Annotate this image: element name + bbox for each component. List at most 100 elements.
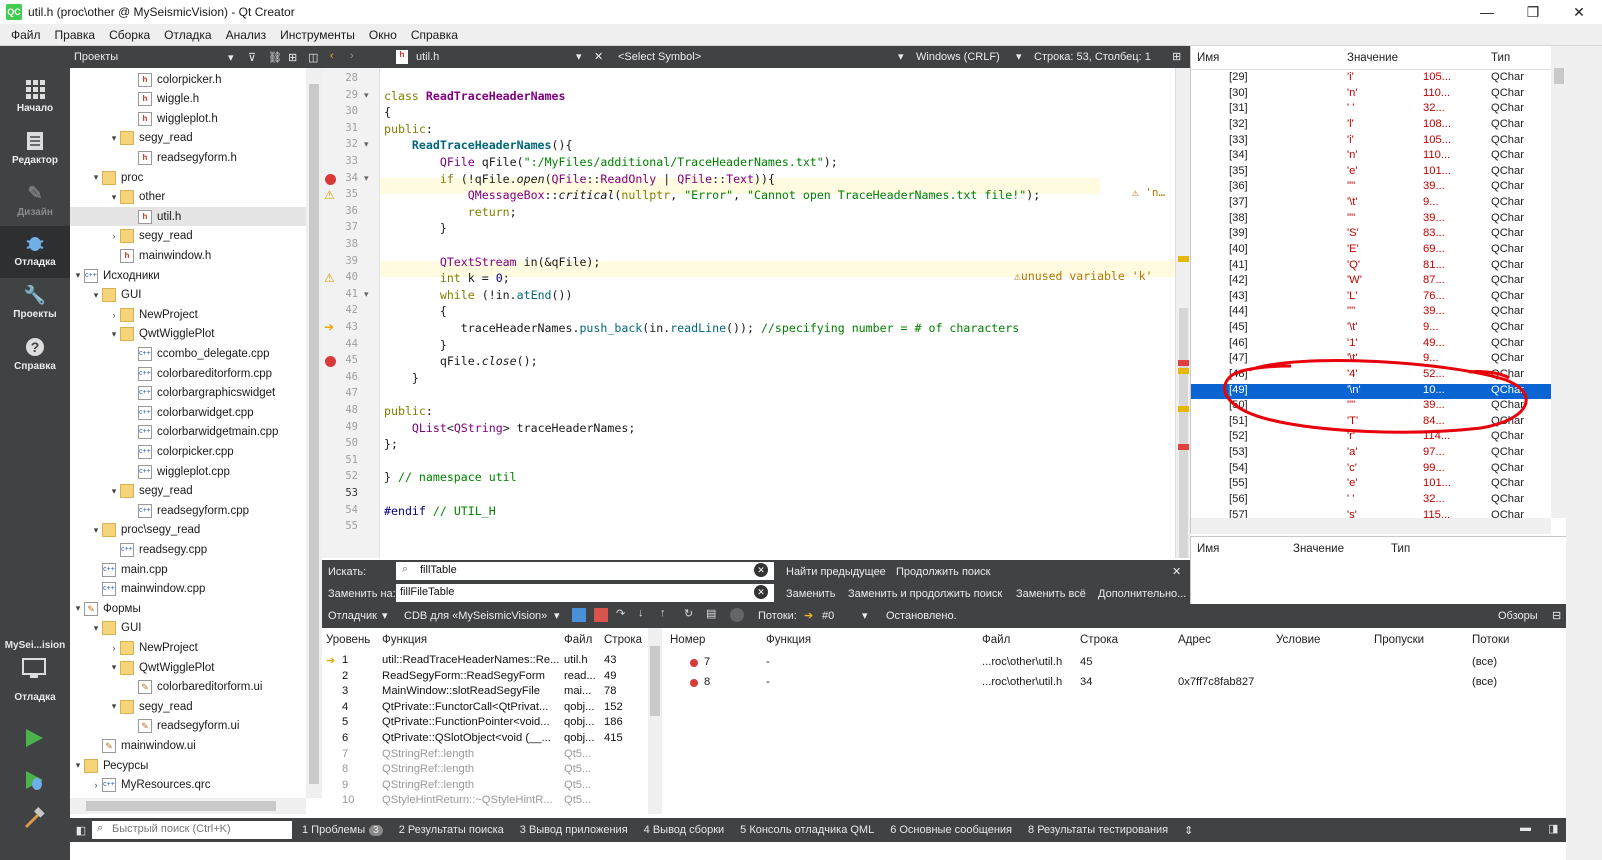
- expanded-arrow-icon[interactable]: ▾: [90, 290, 102, 301]
- bp-col-condition[interactable]: Условие: [1276, 634, 1320, 646]
- tree-item[interactable]: ▾ segy_read: [70, 482, 306, 501]
- current-line-arrow-icon[interactable]: ➔: [324, 320, 334, 334]
- stack-level[interactable]: 5: [342, 716, 348, 732]
- tree-item[interactable]: c++ colorbargraphicswidget: [70, 384, 306, 403]
- line-number[interactable]: 38: [322, 238, 358, 250]
- search-input[interactable]: ⌕ fillTable ✕: [396, 562, 774, 580]
- continue-icon[interactable]: [572, 608, 586, 622]
- watch-row[interactable]: [42] 'W' 87... QChar: [1191, 274, 1551, 290]
- line-number[interactable]: 33: [322, 155, 358, 167]
- watch-row[interactable]: [40] 'E' 69... QChar: [1191, 243, 1551, 259]
- expr-col-value[interactable]: Значение: [1293, 543, 1344, 555]
- tree-item[interactable]: c++ colorbareditorform.cpp: [70, 364, 306, 383]
- stack-file[interactable]: Qt5...: [564, 748, 591, 764]
- line-number[interactable]: 52: [322, 470, 358, 482]
- line-number[interactable]: 42: [322, 304, 358, 316]
- watch-rows[interactable]: [29]'i' 105... QChar [30]'n' 110... QChar [31]…: [1191, 70, 1551, 518]
- watch-row[interactable]: [35] 'e' 101... QChar: [1191, 165, 1551, 181]
- code-line[interactable]: while (!in.atEnd()): [384, 288, 573, 302]
- code-line[interactable]: return;: [384, 205, 517, 219]
- stack-level[interactable]: 8: [342, 763, 348, 779]
- bp-number[interactable]: 7: [704, 656, 710, 672]
- watch-scrollbar[interactable]: [1551, 46, 1567, 518]
- replace-all-button[interactable]: Заменить всё: [1016, 588, 1086, 600]
- step-over-icon[interactable]: ↷: [616, 607, 625, 620]
- collapsed-arrow-icon[interactable]: ›: [108, 231, 120, 241]
- bp-file[interactable]: ...roc\other\util.h: [982, 676, 1062, 692]
- stack-function[interactable]: MainWindow::slotReadSegyFile: [382, 685, 540, 701]
- tree-item[interactable]: ✎ colorbareditorform.ui: [70, 678, 306, 697]
- stack-file[interactable]: util.h: [564, 654, 588, 670]
- stack-panel[interactable]: Уровень Функция Файл Строка 1 util::ReadT…: [322, 628, 662, 814]
- stack-level[interactable]: 6: [342, 732, 348, 748]
- step-into-icon[interactable]: ↓: [638, 607, 644, 619]
- stack-file[interactable]: mai...: [564, 685, 591, 701]
- file-dropdown-icon[interactable]: ▾: [576, 50, 582, 63]
- warning-annotation[interactable]: ⚠ 'n…: [1132, 186, 1165, 199]
- editor-gutter[interactable]: 28 29 30 31 32 33 34 35 36 37 38 39 40 41 42 43 44 45 46 47…: [322, 68, 380, 558]
- engine-dropdown-icon[interactable]: ▾: [554, 609, 560, 622]
- tree-item[interactable]: ▾ other: [70, 188, 306, 207]
- maximize-button[interactable]: ❐: [1510, 0, 1556, 24]
- tab-general-messages[interactable]: 6 Основные сообщения: [890, 824, 1012, 836]
- code-line[interactable]: } // namespace util: [384, 470, 517, 484]
- mode-help[interactable]: ? Справка: [0, 330, 70, 382]
- code-line[interactable]: QTextStream in(&qFile);: [384, 255, 601, 269]
- tab-compile-output[interactable]: 4 Вывод сборки: [644, 824, 724, 836]
- line-number[interactable]: 47: [322, 387, 358, 399]
- expr-col-type[interactable]: Тип: [1391, 543, 1410, 555]
- code-line[interactable]: qFile.close();: [384, 354, 538, 368]
- dropdown-arrow-icon[interactable]: ▾: [228, 51, 248, 64]
- stack-col-level[interactable]: Уровень: [326, 634, 370, 646]
- tree-item[interactable]: c++ wiggleplot.cpp: [70, 462, 306, 481]
- stack-file[interactable]: Qt5...: [564, 763, 591, 779]
- mode-debug[interactable]: Отладка: [0, 226, 70, 278]
- stack-level[interactable]: 10: [342, 794, 354, 810]
- line-number[interactable]: 32: [322, 138, 358, 150]
- tree-hscrollbar[interactable]: [70, 798, 306, 814]
- col-value[interactable]: Значение: [1347, 52, 1398, 64]
- thread-dropdown-icon[interactable]: ▾: [862, 609, 868, 622]
- tree-item[interactable]: c++ readsegyform.cpp: [70, 501, 306, 520]
- more-tabs-icon[interactable]: ⇕: [1184, 824, 1193, 837]
- stack-function[interactable]: QtPrivate::FunctorCall<QtPrivat...: [382, 701, 548, 717]
- close-button[interactable]: ✕: [1556, 0, 1602, 24]
- tree-item[interactable]: › NewProject: [70, 638, 306, 657]
- watch-row[interactable]: [57] 's' 115... QChar: [1191, 509, 1551, 518]
- breakpoints-panel[interactable]: Номер Функция Файл Строка Адрес Условие …: [664, 628, 1566, 814]
- bp-line[interactable]: 45: [1080, 656, 1092, 672]
- tree-item[interactable]: c++ ccombo_delegate.cpp: [70, 344, 306, 363]
- stack-line[interactable]: 49: [604, 670, 616, 686]
- stack-rows[interactable]: 1 util::ReadTraceHeaderNames::Re... util.h…: [322, 652, 648, 812]
- bp-col-number[interactable]: Номер: [670, 634, 705, 646]
- bp-line[interactable]: 34: [1080, 676, 1092, 692]
- stack-level[interactable]: 9: [342, 779, 348, 795]
- views-panel-icon[interactable]: ⊟: [1552, 609, 1561, 622]
- expanded-arrow-icon[interactable]: ▾: [108, 701, 120, 712]
- stack-line[interactable]: 43: [604, 654, 616, 670]
- tree-item[interactable]: h readsegyform.h: [70, 148, 306, 167]
- expanded-arrow-icon[interactable]: ▾: [90, 623, 102, 634]
- stack-col-line[interactable]: Строка: [604, 634, 642, 646]
- code-line[interactable]: QList<QString> traceHeaderNames;: [384, 421, 635, 435]
- tree-item[interactable]: › segy_read: [70, 227, 306, 246]
- tree-item[interactable]: c++ colorbarwidgetmain.cpp: [70, 423, 306, 442]
- code-line[interactable]: }: [384, 371, 419, 385]
- expanded-arrow-icon[interactable]: ▾: [90, 525, 102, 536]
- tree-item[interactable]: ✎ readsegyform.ui: [70, 717, 306, 736]
- output-panel-icon[interactable]: ◨: [1548, 822, 1558, 835]
- stack-function[interactable]: QStringRef::length: [382, 779, 474, 795]
- tree-item[interactable]: c++ mainwindow.cpp: [70, 580, 306, 599]
- watch-row[interactable]: [39] 'S' 83... QChar: [1191, 227, 1551, 243]
- mode-welcome[interactable]: Начало: [0, 72, 70, 124]
- line-number[interactable]: 30: [322, 105, 358, 117]
- line-number[interactable]: 31: [322, 122, 358, 134]
- menu-help[interactable]: Справка: [404, 28, 465, 42]
- watch-row[interactable]: [36] '"' 39... QChar: [1191, 180, 1551, 196]
- expanded-arrow-icon[interactable]: ▾: [108, 192, 120, 203]
- line-number[interactable]: 55: [322, 520, 358, 532]
- debugger-label[interactable]: Отладчик: [328, 610, 377, 622]
- debug-run-icon[interactable]: [22, 768, 46, 792]
- step-instruction-icon[interactable]: ▤: [706, 607, 716, 620]
- menu-file[interactable]: Файл: [4, 28, 48, 42]
